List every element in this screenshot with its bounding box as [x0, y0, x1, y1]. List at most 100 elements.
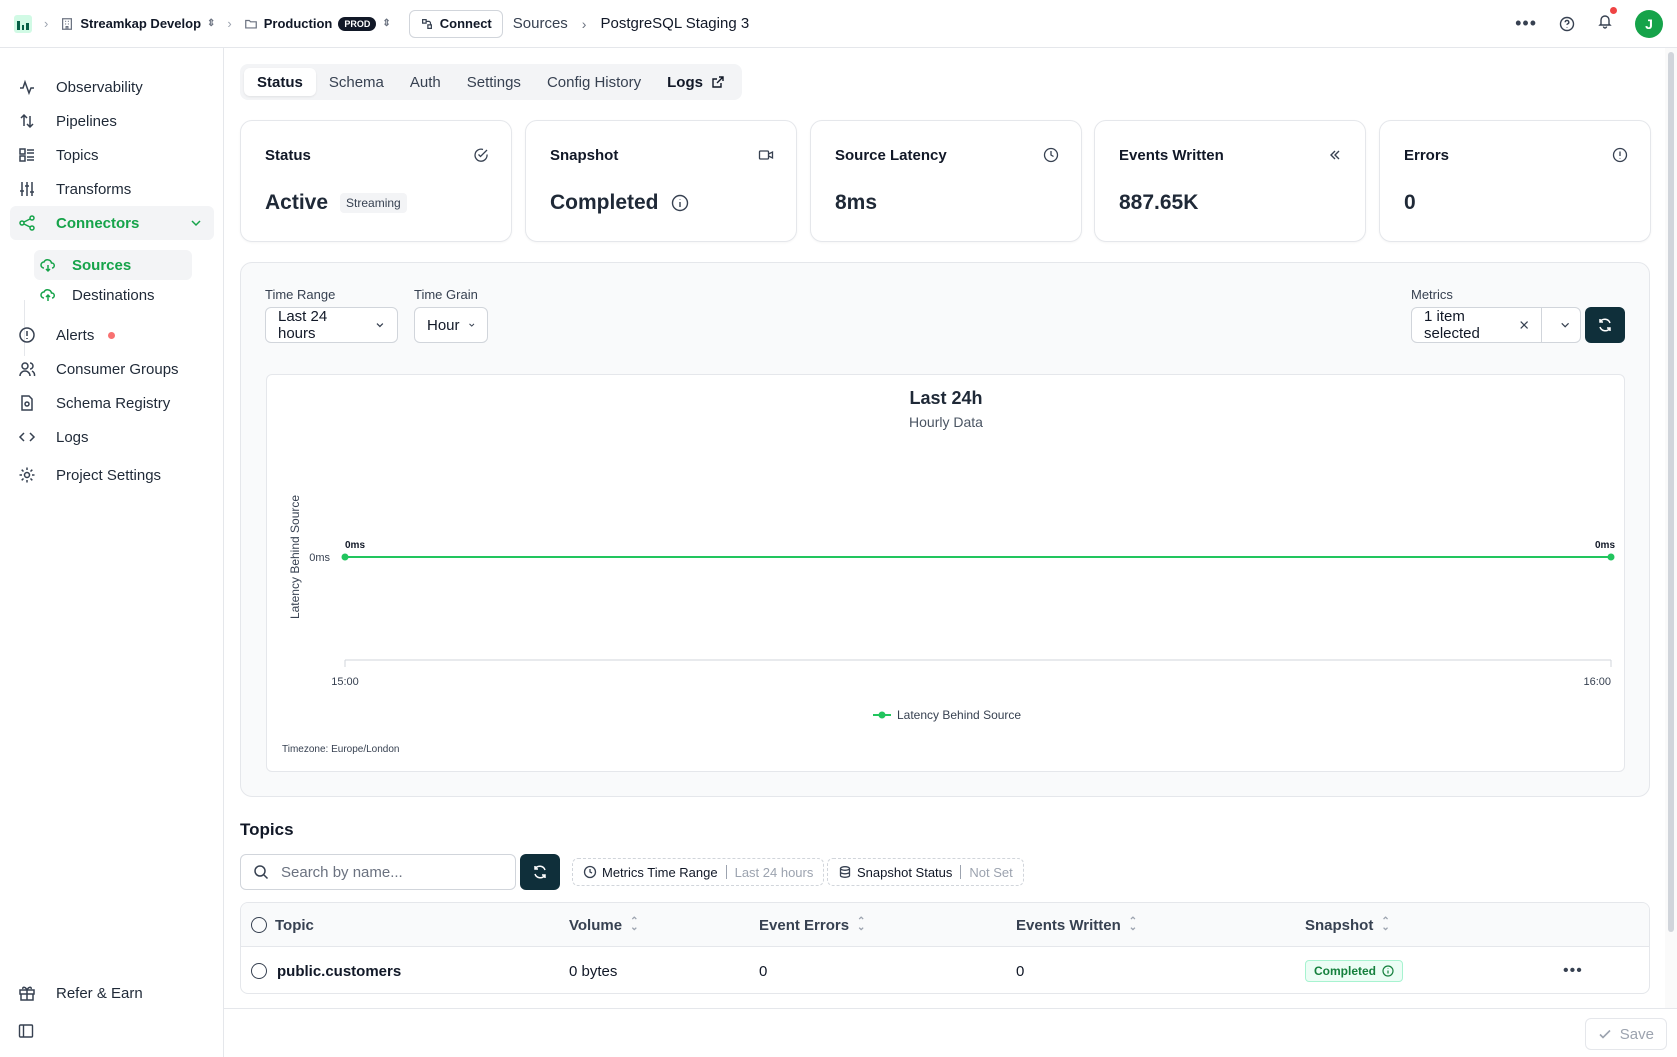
file-icon	[21, 395, 33, 411]
metrics-value: 1 item selected	[1424, 308, 1480, 342]
gear-icon	[19, 467, 35, 483]
sidebar-item-label: Consumer Groups	[56, 360, 179, 378]
time-grain-select[interactable]: Hour	[414, 307, 488, 343]
chevron-down-icon[interactable]	[1560, 319, 1570, 331]
metrics-time-range-filter[interactable]: Metrics Time Range Last 24 hours	[572, 858, 825, 886]
arrows-updown-icon	[20, 113, 34, 129]
code-icon	[18, 432, 36, 442]
sidebar-item-label: Logs	[56, 428, 89, 446]
sidebar-item-label: Sources	[72, 256, 132, 274]
column-snapshot[interactable]: Snapshot ⌃ ⌄	[1305, 903, 1390, 947]
filter-label: Snapshot Status	[857, 864, 953, 880]
card-title: Status	[265, 147, 311, 164]
sidebar-item-connectors[interactable]: Connectors	[10, 206, 214, 240]
streamkap-logo[interactable]	[14, 14, 32, 33]
x-tick-label: 16:00	[1583, 676, 1611, 688]
tab-settings[interactable]: Settings	[454, 68, 534, 96]
tab-schema[interactable]: Schema	[316, 68, 397, 96]
row-more-icon[interactable]: •••	[1563, 947, 1583, 993]
clear-icon[interactable]	[1519, 319, 1529, 331]
filter-value: Last 24 hours	[734, 864, 814, 880]
sidebar-item-observability[interactable]: Observability	[10, 70, 214, 104]
avatar[interactable]: J	[1635, 9, 1663, 38]
data-label: 0ms	[1595, 540, 1615, 551]
scrollbar-thumb[interactable]	[1668, 52, 1674, 932]
tab-logs[interactable]: Logs	[654, 68, 738, 96]
snapshot-status-badge: Completed	[1305, 960, 1404, 982]
sidebar-item-destinations[interactable]: Destinations	[34, 280, 192, 310]
topics-search-input[interactable]: Search by name...	[240, 854, 516, 890]
refresh-topics-button[interactable]	[520, 854, 560, 890]
share-icon	[19, 215, 35, 231]
bottom-action-bar: Save	[224, 1008, 1677, 1057]
breadcrumb-sources[interactable]: Sources	[513, 15, 568, 32]
sidebar-item-consumer-groups[interactable]: Consumer Groups	[10, 352, 214, 386]
cloud-upload-icon	[40, 289, 55, 301]
sidebar-item-transforms[interactable]: Transforms	[10, 172, 214, 206]
sidebar-item-project-settings[interactable]: Project Settings	[10, 458, 214, 492]
column-event-errors[interactable]: Event Errors ⌃ ⌄	[759, 903, 865, 947]
row-checkbox[interactable]	[251, 963, 267, 979]
snapshot-status-label: Completed	[1314, 964, 1377, 978]
notifications-bell[interactable]	[1597, 7, 1617, 34]
more-icon[interactable]: •••	[1515, 13, 1537, 34]
card-value: 0	[1404, 191, 1416, 214]
errors-card: Errors 0	[1379, 120, 1651, 242]
legend-label[interactable]: Latency Behind Source	[897, 708, 1021, 722]
metrics-select[interactable]: 1 item selected	[1411, 307, 1581, 343]
info-icon[interactable]	[671, 194, 689, 212]
topic-name[interactable]: public.customers	[277, 963, 401, 980]
divider	[1540, 307, 1542, 343]
sidebar-item-refer[interactable]: Refer & Earn	[10, 976, 214, 1010]
breadcrumb-current: PostgreSQL Staging 3	[600, 15, 750, 32]
sidebar-item-label: Transforms	[56, 180, 132, 198]
events-written-cell: 0	[1016, 962, 1025, 980]
card-value: 8ms	[835, 191, 878, 214]
column-events-written[interactable]: Events Written ⌃ ⌄	[1016, 903, 1137, 947]
chevrons-left-icon	[1330, 150, 1340, 160]
save-button[interactable]: Save	[1584, 1018, 1667, 1050]
sidebar-item-logs[interactable]: Logs	[10, 420, 214, 454]
sidebar-item-schema-registry[interactable]: Schema Registry	[10, 386, 214, 420]
tab-auth[interactable]: Auth	[397, 68, 454, 96]
refresh-icon	[1599, 318, 1611, 332]
page-scrollbar[interactable]	[1665, 48, 1677, 1008]
snapshot-status-filter[interactable]: Snapshot Status Not Set	[827, 858, 1024, 886]
column-volume[interactable]: Volume ⌃ ⌄	[569, 903, 638, 947]
chevron-down-icon	[376, 323, 384, 328]
column-label: Topic	[275, 916, 314, 934]
snapshot-cell: Completed	[1305, 947, 1404, 993]
project-switcher[interactable]: Production PROD ⇕	[244, 16, 391, 31]
org-switcher[interactable]: Streamkap Develop ⇕	[60, 16, 215, 31]
help-icon[interactable]	[1559, 16, 1575, 32]
clock-icon	[583, 865, 597, 879]
select-all-checkbox[interactable]	[251, 917, 267, 933]
column-topic[interactable]: Topic	[251, 903, 314, 947]
sidebar-item-sources[interactable]: Sources	[34, 250, 192, 280]
sidebar-item-label: Refer & Earn	[56, 984, 143, 1002]
sidebar-item-pipelines[interactable]: Pipelines	[10, 104, 214, 138]
sidebar-item-topics[interactable]: Topics	[10, 138, 214, 172]
tab-status[interactable]: Status	[244, 68, 316, 96]
connect-button[interactable]: Connect	[408, 9, 503, 38]
sidebar-toggle-icon[interactable]	[18, 1023, 34, 1039]
column-label: Snapshot	[1305, 916, 1374, 934]
list-icon	[19, 148, 34, 162]
sidebar-item-alerts[interactable]: Alerts	[10, 318, 214, 352]
activity-icon	[20, 79, 34, 96]
data-point[interactable]	[341, 553, 349, 561]
sort-icon: ⌃ ⌄	[630, 916, 639, 933]
table-row[interactable]: public.customers	[251, 947, 401, 993]
sidebar-item-label: Schema Registry	[56, 394, 171, 412]
time-range-select[interactable]: Last 24 hours	[265, 307, 398, 343]
connect-label: Connect	[439, 16, 492, 31]
check-circle-icon	[474, 148, 488, 162]
time-grain-label: Time Grain	[414, 287, 478, 302]
refresh-metrics-button[interactable]	[1585, 307, 1625, 343]
tab-logs-label: Logs	[667, 73, 703, 91]
tab-config-history[interactable]: Config History	[534, 68, 654, 96]
data-point[interactable]	[1607, 553, 1615, 561]
divider	[725, 865, 727, 879]
source-latency-card: Source Latency 8ms	[810, 120, 1082, 242]
filter-label: Metrics Time Range	[602, 864, 718, 880]
